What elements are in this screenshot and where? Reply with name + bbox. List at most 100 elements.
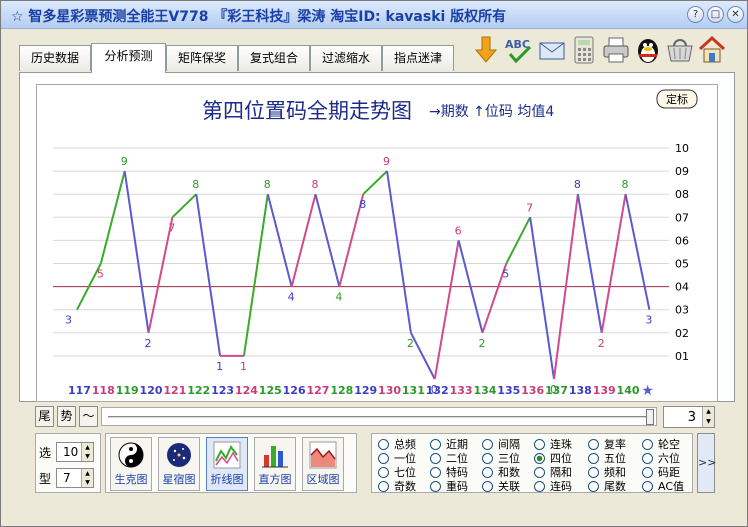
radio-icon[interactable] xyxy=(642,453,653,464)
option-radio[interactable]: 关联 xyxy=(482,480,520,494)
type-spinner[interactable]: 7 ▲ ▼ xyxy=(56,468,94,488)
radio-icon[interactable] xyxy=(482,481,493,492)
printer-icon[interactable] xyxy=(601,34,631,66)
select-spinner[interactable]: 10 ▲ ▼ xyxy=(56,442,94,462)
radio-icon[interactable] xyxy=(482,439,493,450)
tab-guide[interactable]: 指点迷津 xyxy=(382,45,454,71)
option-radio[interactable]: 重码 xyxy=(430,480,468,494)
option-radio[interactable]: 隔和 xyxy=(534,466,572,480)
option-label: 复率 xyxy=(604,438,626,451)
option-label: 隔和 xyxy=(550,466,572,479)
tab-history[interactable]: 历史数据 xyxy=(19,45,91,71)
count-spinner[interactable]: 3 ▲ ▼ xyxy=(663,406,715,428)
tab-compound[interactable]: 复式组合 xyxy=(238,45,310,71)
option-radio[interactable]: 七位 xyxy=(378,466,416,480)
home-icon[interactable] xyxy=(697,34,727,66)
option-radio[interactable]: 奇数 xyxy=(378,480,416,494)
tab-analysis[interactable]: 分析预测 xyxy=(91,43,166,73)
radio-icon[interactable] xyxy=(642,439,653,450)
view-button-area[interactable]: 区域图 xyxy=(302,437,344,491)
trend-button[interactable]: 势 xyxy=(57,406,76,427)
radio-icon[interactable] xyxy=(430,481,441,492)
radio-icon[interactable] xyxy=(430,467,441,478)
x-tick-label: 139 xyxy=(593,384,616,397)
option-radio[interactable]: 四位 xyxy=(534,452,572,466)
view-button-line[interactable]: 折线图 xyxy=(206,437,248,491)
spellcheck-abc-icon[interactable]: ABC xyxy=(504,34,534,66)
next-period-star-icon: ★ xyxy=(641,383,654,399)
option-label: 连珠 xyxy=(550,438,572,451)
slider-thumb[interactable] xyxy=(646,409,654,425)
option-radio[interactable]: 五位 xyxy=(588,452,626,466)
series-segment xyxy=(171,193,197,219)
tab-filter[interactable]: 过滤缩水 xyxy=(310,45,382,71)
data-point-label: 7 xyxy=(168,221,175,234)
option-radio[interactable]: 尾数 xyxy=(588,480,626,494)
option-radio[interactable]: 二位 xyxy=(430,452,468,466)
radio-icon[interactable] xyxy=(482,467,493,478)
option-radio[interactable]: 六位 xyxy=(642,452,680,466)
option-radio[interactable]: 特码 xyxy=(430,466,468,480)
radio-icon[interactable] xyxy=(482,453,493,464)
period-slider[interactable] xyxy=(101,407,657,426)
radio-icon[interactable] xyxy=(588,481,599,492)
radio-icon[interactable] xyxy=(378,467,389,478)
series-segment xyxy=(624,193,651,310)
option-label: 重码 xyxy=(446,480,468,493)
radio-icon[interactable] xyxy=(534,467,545,478)
tail-button[interactable]: 尾 xyxy=(35,406,54,427)
radio-icon[interactable] xyxy=(378,439,389,450)
option-radio[interactable]: 轮空 xyxy=(642,438,680,452)
radio-icon[interactable] xyxy=(534,481,545,492)
envelope-icon[interactable] xyxy=(537,34,567,66)
radio-icon[interactable] xyxy=(430,439,441,450)
option-radio[interactable]: 一位 xyxy=(378,452,416,466)
radio-icon[interactable] xyxy=(588,453,599,464)
radio-icon[interactable] xyxy=(588,467,599,478)
more-options-button[interactable]: >> xyxy=(697,433,716,493)
tab-matrix[interactable]: 矩阵保奖 xyxy=(166,45,238,71)
radio-icon[interactable] xyxy=(534,439,545,450)
calculator-icon[interactable] xyxy=(569,34,599,66)
option-radio[interactable]: 频和 xyxy=(588,466,626,480)
shopping-basket-icon[interactable] xyxy=(665,34,695,66)
maximize-button[interactable]: □ xyxy=(707,6,724,23)
option-radio[interactable]: 码距 xyxy=(642,466,680,480)
radio-icon[interactable] xyxy=(642,481,653,492)
download-arrow-icon[interactable] xyxy=(471,34,501,66)
option-radio[interactable]: 连码 xyxy=(534,480,572,494)
radio-icon[interactable] xyxy=(534,453,545,464)
type-spinner-arrows[interactable]: ▲ ▼ xyxy=(81,469,93,487)
wave-button[interactable]: 〜 xyxy=(79,406,98,427)
option-radio[interactable]: 近期 xyxy=(430,438,468,452)
y-axis-ticks: 01 02 03 04 05 06 07 08 09 10 xyxy=(675,142,689,363)
help-button[interactable]: ? xyxy=(687,6,704,23)
radio-icon[interactable] xyxy=(378,481,389,492)
radio-icon[interactable] xyxy=(430,453,441,464)
calibrate-button[interactable]: 定标 xyxy=(656,89,698,109)
qq-penguin-icon[interactable] xyxy=(633,34,663,66)
view-button-shengke[interactable]: 生克图 xyxy=(110,437,152,491)
analysis-panel: 第四位置码全期走势图 →期数 ↑位码 均值4 定标 01 02 03 04 05 06 07… xyxy=(19,72,735,402)
view-button-xingxiu[interactable]: 星宿图 xyxy=(158,437,200,491)
option-label: AC值 xyxy=(658,480,685,493)
series-segment xyxy=(123,170,150,333)
option-radio[interactable]: 间隔 xyxy=(482,438,520,452)
title-bar: ☆ 智多星彩票预测全能王V778 『彩王科技』梁涛 淘宝ID: kavaski … xyxy=(1,1,747,29)
radio-icon[interactable] xyxy=(588,439,599,450)
view-button-histogram[interactable]: 直方图 xyxy=(254,437,296,491)
option-radio[interactable]: 复率 xyxy=(588,438,626,452)
radio-icon[interactable] xyxy=(378,453,389,464)
radio-icon[interactable] xyxy=(642,467,653,478)
x-tick-label: 129 xyxy=(354,384,377,397)
option-radio[interactable]: AC值 xyxy=(642,480,684,494)
select-spinner-arrows[interactable]: ▲ ▼ xyxy=(81,443,93,461)
option-label: 三位 xyxy=(498,452,520,465)
option-radio[interactable]: 三位 xyxy=(482,452,520,466)
x-tick-label: 122 xyxy=(187,384,210,397)
close-button[interactable]: ✕ xyxy=(727,6,744,23)
option-radio[interactable]: 和数 xyxy=(482,466,520,480)
option-radio[interactable]: 连珠 xyxy=(534,438,572,452)
count-spinner-arrows[interactable]: ▲ ▼ xyxy=(702,407,714,427)
option-radio[interactable]: 总频 xyxy=(378,438,416,452)
